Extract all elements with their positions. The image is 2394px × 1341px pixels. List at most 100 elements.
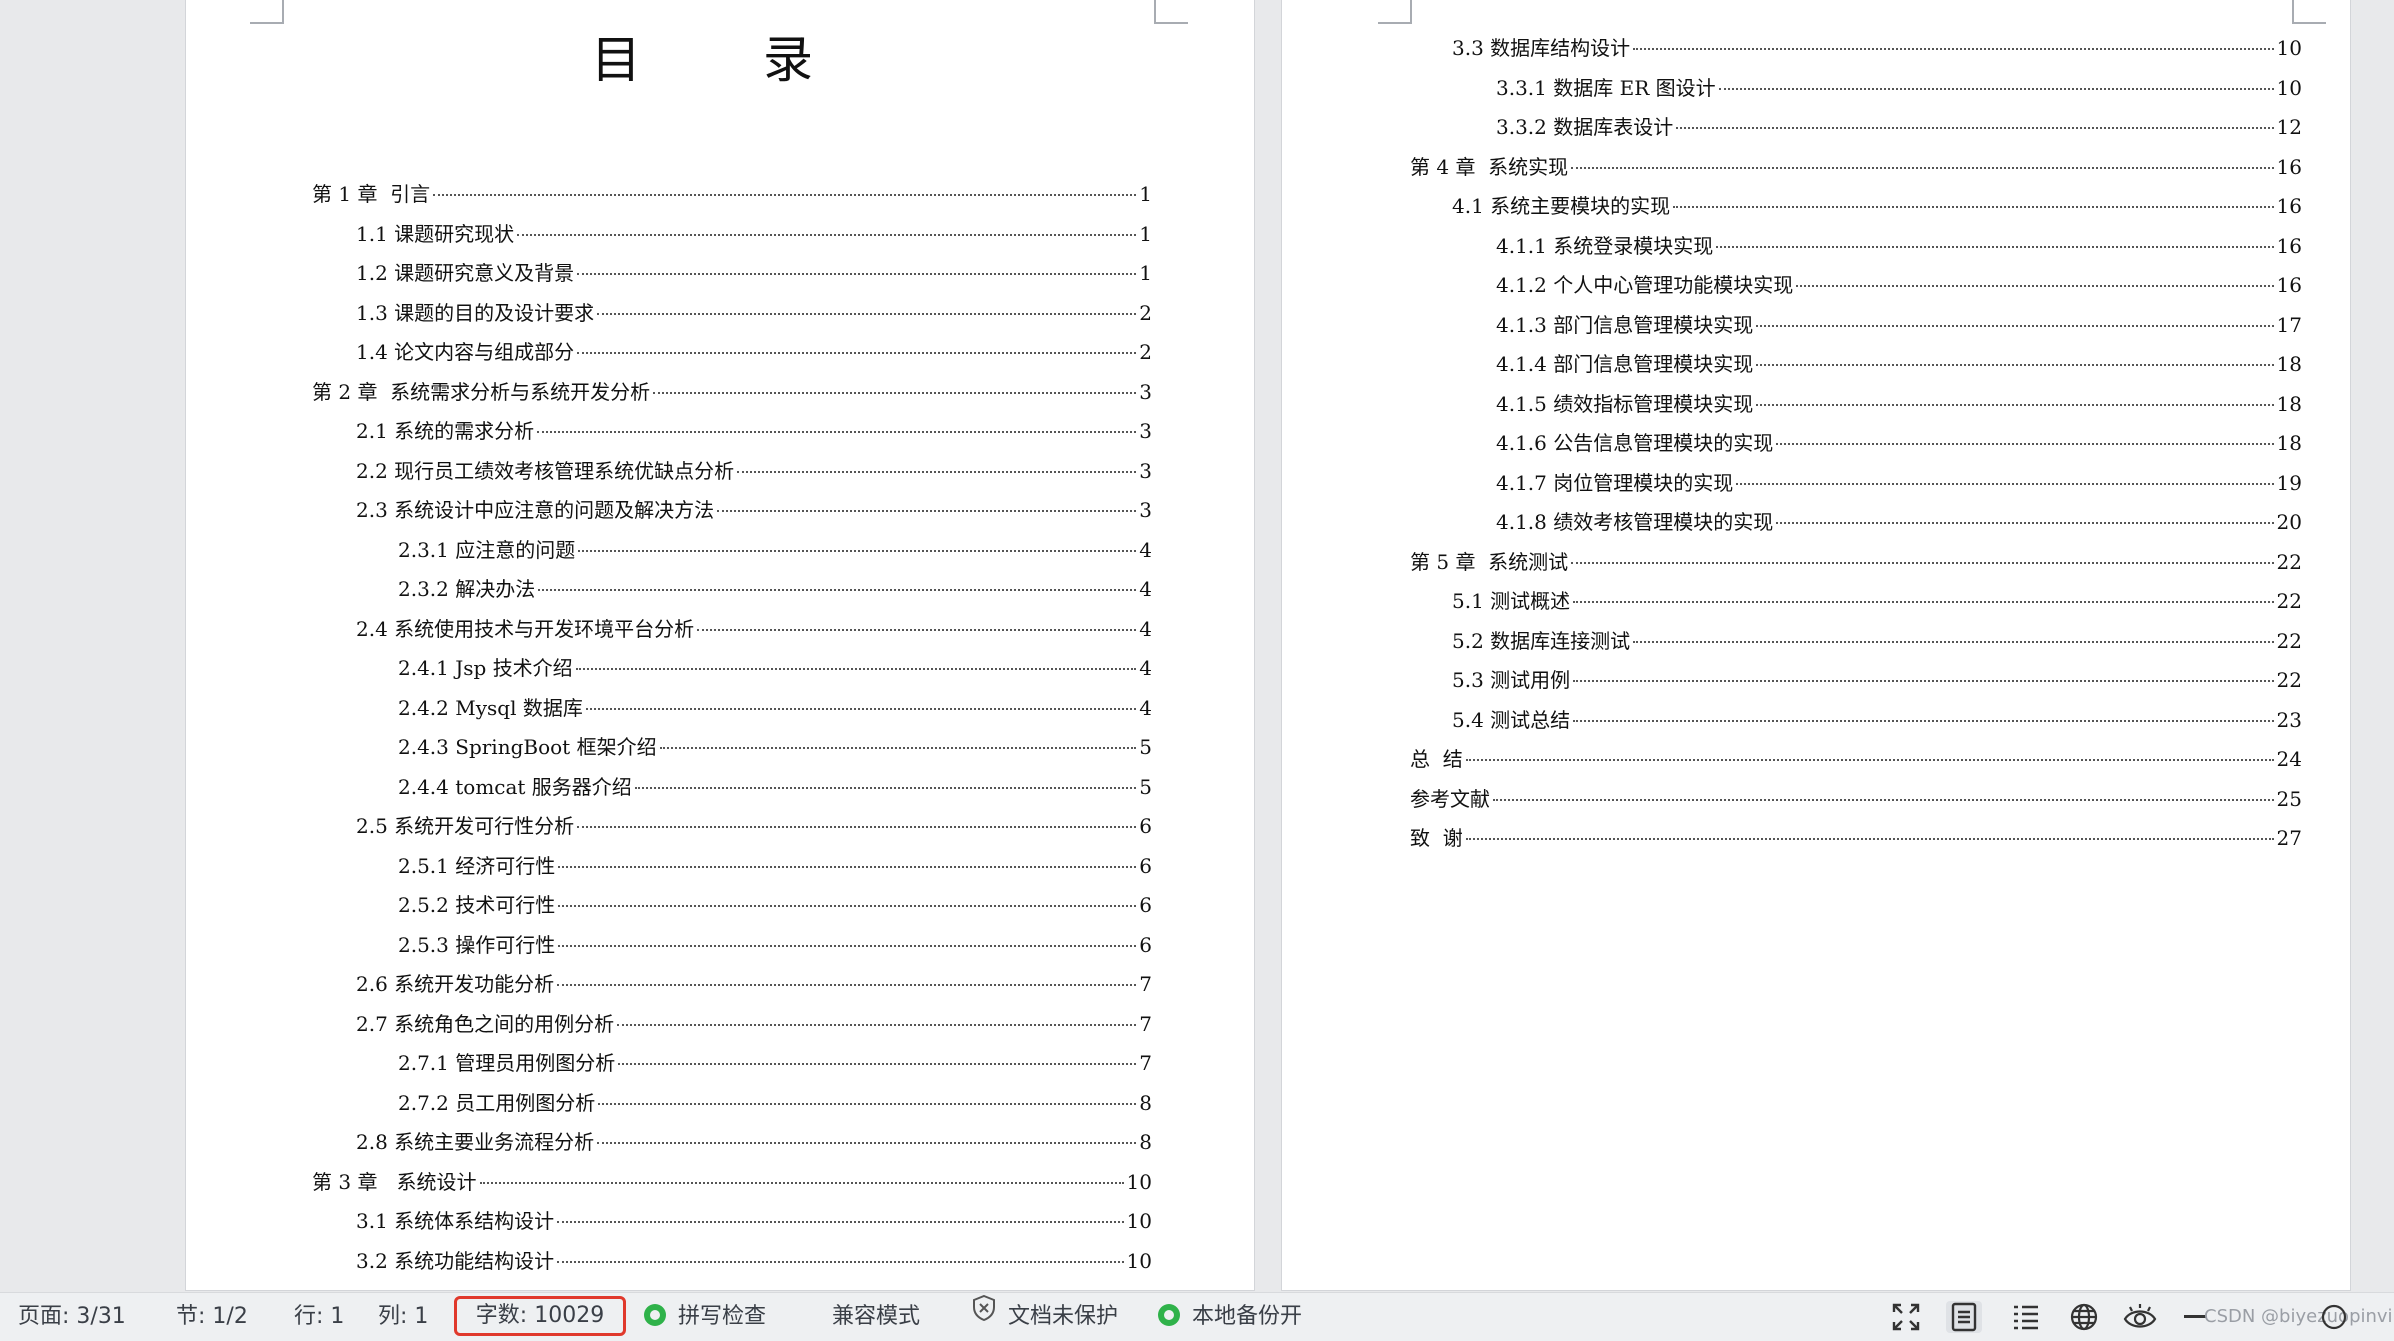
toc-entry-page: 4 xyxy=(1139,656,1152,680)
toc-entry-label: 4.1.4 部门信息管理模块实现 xyxy=(1496,352,1754,376)
toc-entry[interactable]: 2.4.1 Jsp 技术介绍 4 xyxy=(398,652,1152,684)
toc-entry[interactable]: 第 3 章 系统设计 10 xyxy=(312,1166,1152,1198)
toc-entry[interactable]: 致 谢 27 xyxy=(1410,822,2302,854)
eye-protection-icon[interactable] xyxy=(2122,1301,2158,1333)
toc-entry[interactable]: 4.1.4 部门信息管理模块实现 18 xyxy=(1496,348,2302,380)
toc-entry-label: 2.3.2 解决办法 xyxy=(398,577,536,601)
toc-entry[interactable]: 4.1 系统主要模块的实现 16 xyxy=(1452,190,2302,222)
zoom-slider-handle[interactable] xyxy=(2316,1301,2352,1333)
toc-entry[interactable]: 2.1 系统的需求分析 3 xyxy=(356,415,1152,447)
toc-entry[interactable]: 2.8 系统主要业务流程分析 8 xyxy=(356,1126,1152,1158)
toc-entry[interactable]: 2.7.2 员工用例图分析 8 xyxy=(398,1087,1152,1119)
fullscreen-icon[interactable] xyxy=(1888,1301,1924,1333)
row-indicator[interactable]: 行: 1 xyxy=(294,1293,344,1341)
toc-entry[interactable]: 4.1.7 岗位管理模块的实现 19 xyxy=(1496,467,2302,499)
toc-entry[interactable]: 2.3 系统设计中应注意的问题及解决方法 3 xyxy=(356,494,1152,526)
toc-entry[interactable]: 2.5.3 操作可行性 6 xyxy=(398,929,1152,961)
toc-entry[interactable]: 总 结 24 xyxy=(1410,743,2302,775)
zoom-out-button[interactable] xyxy=(2184,1315,2206,1318)
toc-entry[interactable]: 第 4 章 系统实现 16 xyxy=(1410,151,2302,183)
web-view-icon[interactable] xyxy=(2066,1301,2102,1333)
toc-entry[interactable]: 3.2 系统功能结构设计 10 xyxy=(356,1245,1152,1277)
toc-entry[interactable]: 3.3 数据库结构设计 10 xyxy=(1452,32,2302,64)
page-view-icon[interactable] xyxy=(1946,1301,1982,1333)
toc-entry-label: 2.1 系统的需求分析 xyxy=(356,419,535,443)
toc-entry[interactable]: 4.1.2 个人中心管理功能模块实现 16 xyxy=(1496,269,2302,301)
section-indicator[interactable]: 节: 1/2 xyxy=(176,1293,248,1341)
word-count[interactable]: 字数: 10029 xyxy=(454,1296,626,1336)
toc-entry[interactable]: 1.4 论文内容与组成部分 2 xyxy=(356,336,1152,368)
toc-entry[interactable]: 3.3.2 数据库表设计 12 xyxy=(1496,111,2302,143)
toc-entry[interactable]: 2.6 系统开发功能分析 7 xyxy=(356,968,1152,1000)
toc-entry-label: 第 3 章 系统设计 xyxy=(312,1169,477,1194)
column-indicator[interactable]: 列: 1 xyxy=(378,1293,428,1341)
toc-entry-label: 2.2 现行员工绩效考核管理系统优缺点分析 xyxy=(356,458,735,483)
toc-entry[interactable]: 5.2 数据库连接测试 22 xyxy=(1452,625,2302,657)
toc-entry[interactable]: 2.7.1 管理员用例图分析 7 xyxy=(398,1047,1152,1079)
toc-entry-page: 6 xyxy=(1139,814,1152,838)
toc-entry-label: 2.7 系统角色之间的用例分析 xyxy=(356,1011,615,1036)
toc-leader-dots xyxy=(634,786,1137,789)
toc-entry[interactable]: 4.1.3 部门信息管理模块实现 17 xyxy=(1496,309,2302,341)
toc-entry[interactable]: 1.1 课题研究现状 1 xyxy=(356,218,1152,250)
toc-entry[interactable]: 3.3.1 数据库 ER 图设计 10 xyxy=(1496,72,2302,104)
toc-entry-page: 3 xyxy=(1139,498,1152,522)
toc-entry[interactable]: 4.1.1 系统登录模块实现 16 xyxy=(1496,230,2302,262)
doc-protect-button[interactable]: 文档未保护 xyxy=(972,1293,1118,1341)
local-backup-button[interactable]: 本地备份开 xyxy=(1158,1293,1302,1341)
toc-entry[interactable]: 2.4.2 Mysql 数据库 4 xyxy=(398,692,1152,724)
toc-entry[interactable]: 2.4.3 SpringBoot 框架介绍 5 xyxy=(398,731,1152,763)
toc-entry[interactable]: 第 1 章 引言 1 xyxy=(312,178,1152,210)
toc-entry[interactable]: 4.1.5 绩效指标管理模块实现 18 xyxy=(1496,388,2302,420)
toc-entry-page: 25 xyxy=(2276,786,2302,811)
toc-entry[interactable]: 5.1 测试概述 22 xyxy=(1452,585,2302,617)
toc-entry[interactable]: 1.2 课题研究意义及背景 1 xyxy=(356,257,1152,289)
toc-entry[interactable]: 2.4 系统使用技术与开发环境平台分析 4 xyxy=(356,613,1152,645)
toc-entry-label: 3.1 系统体系结构设计 xyxy=(356,1209,555,1233)
document-page-left[interactable]: 目 录 第 1 章 引言 1 1.1 课题研究现状 1 1.2 课题研究意义及背景 1 1.… xyxy=(186,0,1254,1290)
toc-entry-label: 致 谢 xyxy=(1410,826,1463,850)
toc-leader-dots xyxy=(1465,838,2274,840)
toc-entry-page: 18 xyxy=(2276,391,2302,416)
toc-leader-dots xyxy=(597,312,1137,315)
toc-entry[interactable]: 5.4 测试总结 23 xyxy=(1452,704,2302,736)
toc-entry[interactable]: 2.4.4 tomcat 服务器介绍 5 xyxy=(398,771,1152,803)
toc-entry-label: 4.1.2 个人中心管理功能模块实现 xyxy=(1496,273,1794,297)
toc-entry[interactable]: 第 5 章 系统测试 22 xyxy=(1410,546,2302,578)
compat-mode-label[interactable]: 兼容模式 xyxy=(832,1293,920,1341)
toc-entry[interactable]: 1.3 课题的目的及设计要求 2 xyxy=(356,297,1152,329)
toc-entry[interactable]: 2.5.2 技术可行性 6 xyxy=(398,889,1152,921)
toc-leader-dots xyxy=(1776,522,2274,524)
watermark-text: CSDN @biyezuopinvip xyxy=(2204,1306,2394,1327)
toc-entry-label: 3.3.2 数据库表设计 xyxy=(1496,115,1674,139)
toc-entry-page: 27 xyxy=(2276,826,2302,850)
toc-entry[interactable]: 3.1 系统体系结构设计 10 xyxy=(356,1205,1152,1237)
toc-leader-dots xyxy=(717,510,1137,512)
toc-entry[interactable]: 第 2 章 系统需求分析与系统开发分析 3 xyxy=(312,376,1152,408)
toc-leader-dots xyxy=(618,1063,1137,1065)
page-indicator[interactable]: 页面: 3/31 xyxy=(18,1293,126,1341)
toc-entry-label: 4.1.1 系统登录模块实现 xyxy=(1496,233,1714,258)
toc-entry[interactable]: 5.3 测试用例 22 xyxy=(1452,664,2302,696)
toc-entry-label: 2.4 系统使用技术与开发环境平台分析 xyxy=(356,616,695,641)
toc-entry[interactable]: 2.7 系统角色之间的用例分析 7 xyxy=(356,1008,1152,1040)
spell-check-button[interactable]: 拼写检查 xyxy=(644,1293,766,1341)
toc-entry[interactable]: 2.3.1 应注意的问题 4 xyxy=(398,534,1152,566)
toc-leader-dots xyxy=(1493,798,2274,801)
toc-entry[interactable]: 2.3.2 解决办法 4 xyxy=(398,573,1152,605)
toc-entry[interactable]: 2.5.1 经济可行性 6 xyxy=(398,850,1152,882)
toc-entry[interactable]: 2.5 系统开发可行性分析 6 xyxy=(356,810,1152,842)
toc-entry[interactable]: 参考文献 25 xyxy=(1410,783,2302,815)
toc-entry[interactable]: 4.1.8 绩效考核管理模块的实现 20 xyxy=(1496,506,2302,538)
toc-entry-label: 参考文献 xyxy=(1410,786,1490,811)
toc-leader-dots xyxy=(575,668,1137,670)
toc-entry-page: 18 xyxy=(2276,352,2302,376)
toc-entry[interactable]: 2.2 现行员工绩效考核管理系统优缺点分析 3 xyxy=(356,455,1152,487)
toc-leader-dots xyxy=(653,391,1137,394)
toc-leader-dots xyxy=(1796,285,2274,287)
outline-view-icon[interactable] xyxy=(2008,1301,2044,1333)
document-page-right[interactable]: 3.3 数据库结构设计 10 3.3.1 数据库 ER 图设计 10 3.3.2 数据库… xyxy=(1282,0,2350,1290)
toc-entry-page: 10 xyxy=(1126,1248,1152,1273)
local-backup-label: 本地备份开 xyxy=(1192,1304,1303,1329)
toc-entry[interactable]: 4.1.6 公告信息管理模块的实现 18 xyxy=(1496,427,2302,459)
